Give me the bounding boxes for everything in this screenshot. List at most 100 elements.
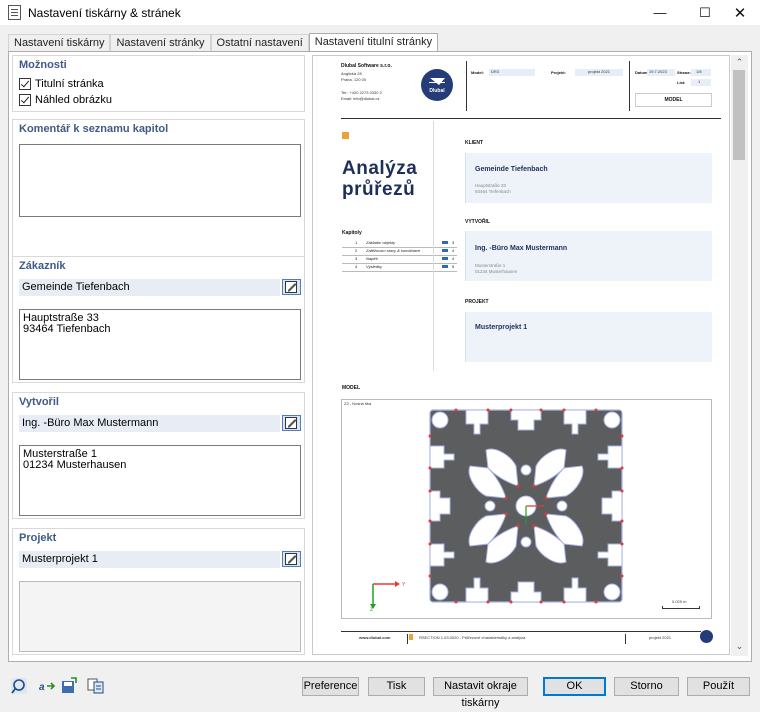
preview-creator-addr1: Musterstraße 1 (475, 263, 506, 268)
chapter-row: 2 Zatěžovací stavy & kombinace 4 (342, 248, 457, 256)
preview-heading-line2: průřezů (342, 179, 416, 200)
set-printer-margins-button[interactable]: Nastavit okraje tiskárny (433, 677, 528, 709)
axis-z-label: Z (370, 607, 374, 613)
cancel-button[interactable]: Storno (614, 677, 679, 696)
edit-icon (285, 281, 297, 293)
preview-project-heading: PROJEKT (465, 299, 489, 305)
preview-date-value: 19.7.2023 (647, 69, 675, 76)
preview-creator-box: Ing. -Büro Max Mustermann Musterstraße 1… (465, 231, 712, 281)
copy-settings-icon[interactable] (87, 677, 105, 695)
edit-icon (285, 553, 297, 565)
project-group: Projekt Musterprojekt 1 (12, 528, 305, 655)
options-title: Možnosti (19, 59, 67, 71)
chapter-row: 1 Základní objekty 3 (342, 240, 457, 248)
tab-title-page-settings[interactable]: Nastavení titulní stránky (308, 33, 439, 53)
preview-client-box: Gemeinde Tiefenbach Hauptstraße 33 93464… (465, 153, 712, 203)
creator-name-field[interactable]: Ing. -Büro Max Mustermann (19, 415, 280, 432)
title-page-checkbox[interactable]: Titulní stránka (19, 76, 304, 92)
preview-client-name: Gemeinde Tiefenbach (475, 166, 548, 173)
save-settings-icon[interactable] (60, 677, 78, 695)
preview-model-box: MODEL (635, 93, 712, 107)
options-group: Možnosti Titulní stránka Náhled obrázku (12, 55, 305, 112)
cross-section-drawing (428, 408, 624, 604)
title-page-label: Titulní stránka (35, 78, 104, 90)
preview-page-value: 1/8 (691, 69, 711, 76)
preview-client-heading: KLIENT (465, 140, 484, 146)
ok-button[interactable]: OK (543, 677, 606, 696)
logo-text: Dlubal (429, 88, 445, 94)
creator-address-textarea[interactable]: Musterstraße 1 01234 Musterhausen (19, 445, 301, 516)
customer-edit-button[interactable] (282, 279, 301, 295)
preview-company-tel: Tel.: +420 2273 0330 2 (341, 90, 382, 95)
preview-client-addr1: Hauptstraße 33 (475, 183, 507, 188)
preview-creator-heading: VYTVOŘIL (465, 219, 491, 225)
preview-company-email: Email: info@dlubal.cz (341, 96, 380, 101)
preview-scrollbar[interactable]: ⌃ ⌄ (731, 55, 748, 656)
preview-project-name: Musterprojekt 1 (475, 324, 528, 331)
chapter-row: 3 Napětí 4 (342, 256, 457, 264)
units-icon[interactable]: a (38, 677, 56, 695)
footer-logo-icon (700, 630, 713, 643)
preview-creator-addr2: 01234 Musterhausen (475, 269, 518, 274)
close-button[interactable]: ✕ (725, 0, 755, 25)
customer-name-row: Gemeinde Tiefenbach (19, 279, 301, 296)
apply-button[interactable]: Použít (687, 677, 750, 696)
project-edit-button[interactable] (282, 551, 301, 567)
orange-square-icon (342, 132, 349, 139)
dlubal-logo-icon: Dlubal (421, 69, 453, 101)
print-button[interactable]: Tisk (368, 677, 425, 696)
preview-project-label: Projekt: (551, 70, 566, 75)
customer-address-textarea[interactable]: Hauptstraße 33 93464 Tiefenbach (19, 309, 301, 380)
preview-footer: www.dlubal.com RSECTION 1.03.0020 - Průř… (341, 631, 701, 644)
document-icon (8, 5, 21, 20)
creator-edit-button[interactable] (282, 415, 301, 431)
preview-client-addr2: 93464 Tiefenbach (475, 189, 511, 194)
title-page-preview: Dlubal Software s.r.o. Anglická 28 Praha… (312, 55, 730, 655)
scroll-thumb[interactable] (733, 70, 745, 160)
scroll-down-icon[interactable]: ⌄ (731, 641, 748, 656)
model-drawing-frame: Z3 - Nosná tlka Y Z 0.029 m (341, 399, 712, 619)
chapter-row: 4 Výsledky 5 (342, 264, 457, 272)
checkbox-checked-icon[interactable] (19, 94, 31, 106)
footer-product: RSECTION 1.03.0020 - Průřezové charakter… (419, 635, 526, 640)
axes-icon (370, 581, 400, 609)
tab-bar: Nastavení tiskárny Nastavení stránky Ost… (8, 33, 439, 53)
image-preview-checkbox[interactable]: Náhled obrázku (19, 92, 304, 108)
window-title: Nastavení tiskárny & stránek (28, 5, 181, 20)
preview-project-value: projekt 2021 (575, 69, 623, 76)
comment-textarea[interactable] (19, 144, 301, 217)
customer-group: Zákazník Gemeinde Tiefenbach Hauptstraße… (12, 256, 305, 383)
preview-heading-line1: Analýza (342, 158, 418, 179)
help-icon[interactable] (10, 677, 28, 695)
preview-model-label: Model: (471, 70, 484, 75)
project-name-row: Musterprojekt 1 (19, 551, 301, 568)
image-preview-label: Náhled obrázku (35, 94, 113, 106)
preview-model-value: DR3 (489, 69, 535, 76)
tab-printer-settings[interactable]: Nastavení tiskárny (8, 34, 111, 52)
checkbox-checked-icon[interactable] (19, 78, 31, 90)
project-address-textarea[interactable] (19, 581, 301, 652)
preview-company: Dlubal Software s.r.o. (341, 63, 392, 69)
preview-chapters-list: 1 Základní objekty 3 2 Zatěžovací stavy & k… (342, 240, 457, 272)
footer-web: www.dlubal.com (359, 635, 391, 640)
preview-company-addr1: Anglická 28 (341, 71, 362, 76)
minimize-button[interactable]: — (645, 0, 675, 25)
edit-icon (285, 417, 297, 429)
tab-other-settings[interactable]: Ostatní nastavení (210, 34, 309, 52)
scale-bar (662, 606, 700, 609)
model-caption: Z3 - Nosná tlka (344, 401, 372, 406)
project-name-field[interactable]: Musterprojekt 1 (19, 551, 280, 568)
svg-text:a: a (39, 682, 45, 693)
preview-company-addr2: Praha, 120 00 (341, 77, 367, 82)
footer-project: projekt 2021 (649, 635, 672, 640)
preview-page-label: Strana: (677, 70, 691, 75)
preview-chapters-title: Kapitoly (342, 230, 362, 236)
preferences-button[interactable]: Preference (302, 677, 359, 696)
preview-sheet-label: List: (677, 80, 686, 85)
footer-orange-icon (409, 634, 413, 640)
customer-name-field[interactable]: Gemeinde Tiefenbach (19, 279, 280, 296)
scale-label: 0.029 m (672, 599, 687, 604)
creator-title: Vytvořil (19, 396, 59, 408)
tab-page-settings[interactable]: Nastavení stránky (110, 34, 211, 52)
maximize-button[interactable]: ☐ (690, 0, 720, 25)
